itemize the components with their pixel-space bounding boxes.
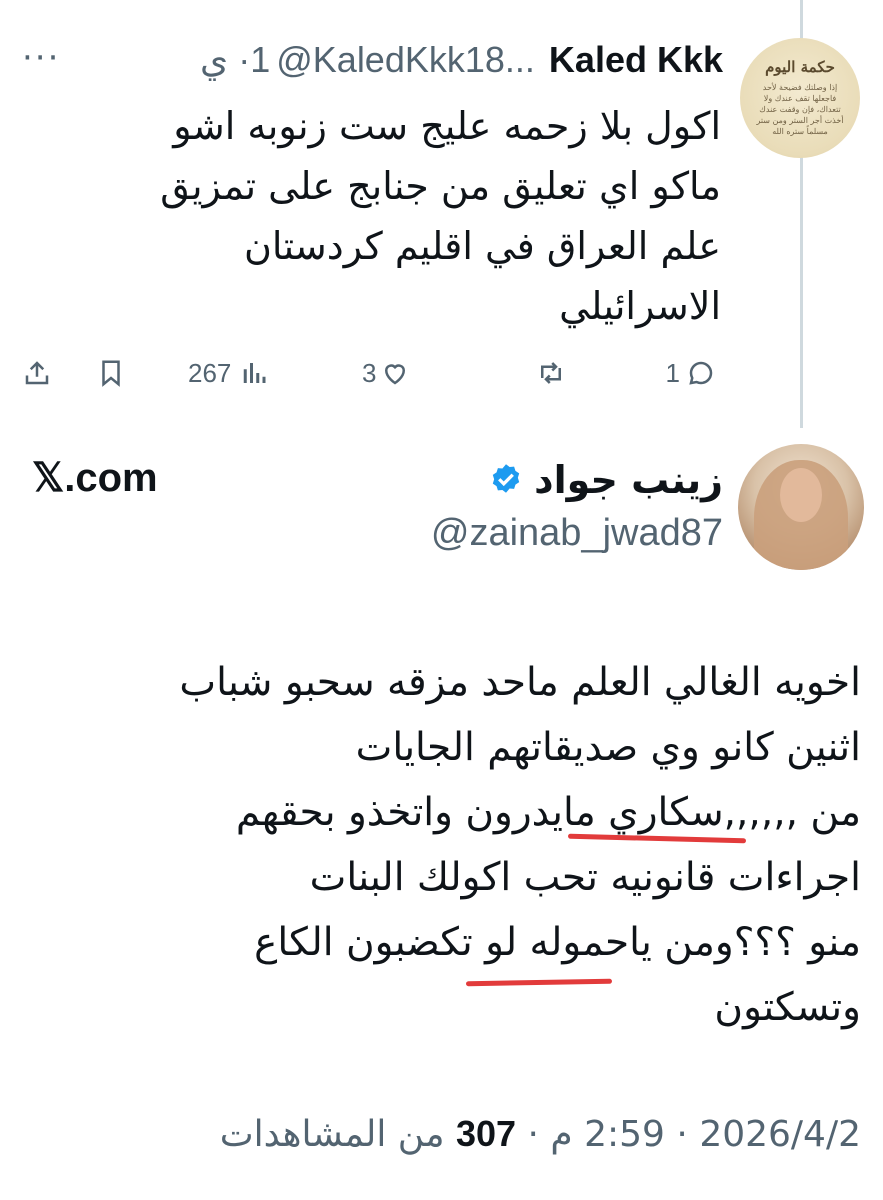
like-button[interactable]: 3 — [362, 350, 410, 396]
tweet-date[interactable]: 2026/4/2 — [699, 1114, 861, 1155]
tweet-author-handle[interactable]: @zainab_jwad87 — [431, 512, 723, 555]
views-count: 267 — [188, 357, 232, 388]
retweet-button[interactable] — [536, 350, 572, 396]
tweet-author-name[interactable]: زينب جواد — [534, 458, 723, 502]
avatar-caption-title: حكمة اليوم — [765, 58, 835, 76]
x-com-watermark: 𝕏.com — [32, 456, 158, 500]
tweet-author-avatar[interactable] — [738, 444, 864, 570]
tweet-author-row: زينب جواد — [488, 452, 723, 508]
reply-author-handle[interactable]: @KaledKkk18... — [276, 39, 535, 81]
bookmark-button[interactable] — [96, 350, 126, 396]
reply-author-avatar[interactable]: حكمة اليوم إذا وصلتك فضيحة لأحد فاجعلها … — [740, 38, 860, 158]
reply-text-content: اكول بلا زحمه عليج ست زنوبه اشو ماكو اي … — [160, 104, 721, 328]
share-button[interactable] — [22, 350, 52, 396]
reply-timestamp[interactable]: 1· ي — [200, 39, 270, 81]
avatar-photo-face — [780, 468, 822, 522]
reply-action-bar: 1 3 267 — [0, 350, 760, 396]
bookmark-icon — [102, 360, 120, 387]
reply-count: 1 — [665, 357, 680, 388]
avatar-caption-text: إذا وصلتك فضيحة لأحد فاجعلها تقف عندك ول… — [756, 83, 844, 136]
more-options-icon[interactable]: ··· — [22, 41, 60, 75]
analytics-icon — [244, 363, 266, 383]
reply-text: اكول بلا زحمه عليج ست زنوبه اشو ماكو اي … — [41, 96, 721, 336]
reply-button[interactable]: 1 — [666, 350, 716, 396]
tweet-views-count[interactable]: 307 — [456, 1113, 516, 1154]
tweet-text-content: اخويه الغالي العلم ماحد مزقه سحبو شباب ا… — [179, 660, 861, 1030]
like-count: 3 — [362, 357, 377, 388]
meta-separator: · — [527, 1114, 539, 1155]
reply-author-name[interactable]: Kaled Kkk — [549, 39, 723, 81]
heart-icon — [385, 364, 406, 385]
meta-separator: · — [676, 1114, 688, 1155]
reply-icon — [689, 361, 713, 385]
verified-badge-icon — [492, 464, 520, 493]
tweet-meta: 2026/4/2 · 2:59 م · 307 من المشاهدات — [220, 1113, 861, 1155]
retweet-icon — [541, 362, 561, 384]
tweet-time[interactable]: 2:59 م — [550, 1114, 665, 1155]
tweet-text: اخويه الغالي العلم ماحد مزقه سحبو شباب ا… — [21, 650, 861, 1040]
views-button[interactable]: 267 — [188, 350, 269, 396]
reply-header: Kaled Kkk @KaledKkk18... 1· ي — [200, 38, 723, 82]
tweet-views-label: من المشاهدات — [219, 1114, 445, 1155]
share-icon — [25, 361, 49, 385]
